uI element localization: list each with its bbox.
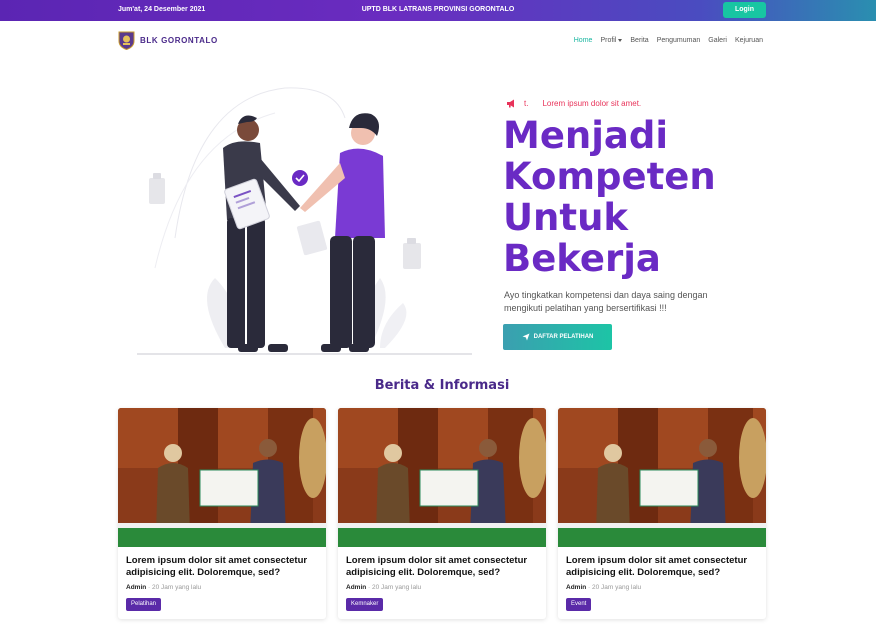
- hero-title-line: Kompeten: [503, 155, 716, 198]
- top-bar: Jum'at, 24 Desember 2021 UPTD BLK LATRAN…: [0, 0, 876, 21]
- news-photo: [558, 408, 766, 547]
- section-title: Berita & Informasi: [374, 378, 510, 393]
- news-meta: Admin · 20 Jam yang lalu: [126, 584, 202, 591]
- news-tag[interactable]: Kemnaker: [346, 598, 384, 611]
- news-card[interactable]: Lorem ipsum dolor sit amet consectetur a…: [338, 408, 546, 619]
- news-time: 20 Jam yang lalu: [372, 584, 422, 591]
- hero-title-line: Bekerja: [503, 237, 661, 280]
- news-title[interactable]: Lorem ipsum dolor sit amet consectetur a…: [346, 555, 541, 579]
- hero-title: Menjadi Kompeten Untuk Bekerja: [503, 115, 803, 279]
- nav-item-profil-label: Profil: [600, 37, 617, 44]
- news-card[interactable]: Lorem ipsum dolor sit amet consectetur a…: [558, 408, 766, 619]
- navbar: BLK GORONTALO Home Profil Berita Pengumu…: [0, 21, 876, 61]
- kicker-prefix: t.: [524, 99, 529, 108]
- news-title[interactable]: Lorem ipsum dolor sit amet consectetur a…: [126, 555, 321, 579]
- nav-item-pengumuman[interactable]: Pengumuman: [657, 37, 701, 44]
- news-card[interactable]: Lorem ipsum dolor sit amet consectetur a…: [118, 408, 326, 619]
- register-training-label: DAFTAR PELATIHAN: [533, 334, 594, 340]
- handshake-illustration: [137, 87, 472, 355]
- news-title[interactable]: Lorem ipsum dolor sit amet consectetur a…: [566, 555, 761, 579]
- login-button[interactable]: Login: [723, 2, 766, 18]
- news-photo: [338, 408, 546, 547]
- hero-title-line: Untuk: [503, 196, 629, 239]
- news-tag[interactable]: Pelatihan: [126, 598, 162, 611]
- nav-item-galeri[interactable]: Galeri: [708, 37, 727, 44]
- news-meta: Admin · 20 Jam yang lalu: [346, 584, 422, 591]
- hero-title-line: Menjadi: [503, 114, 669, 157]
- main-nav: Home Profil Berita Pengumuman Galeri Kej…: [574, 37, 763, 44]
- news-time: 20 Jam yang lalu: [592, 584, 642, 591]
- nav-item-home[interactable]: Home: [574, 37, 593, 44]
- brand-name: BLK GORONTALO: [140, 35, 218, 45]
- news-author: Admin: [566, 584, 587, 591]
- brand[interactable]: BLK GORONTALO: [118, 30, 218, 50]
- hero-description: Ayo tingkatkan kompetensi dan daya saing…: [504, 290, 708, 313]
- news-author: Admin: [126, 584, 147, 591]
- nav-item-profil[interactable]: Profil: [600, 37, 623, 44]
- news-time: 20 Jam yang lalu: [152, 584, 202, 591]
- send-icon: [522, 333, 530, 341]
- news-photo: [118, 408, 326, 547]
- news-tag[interactable]: Event: [566, 598, 592, 611]
- chevron-down-icon: [618, 38, 623, 42]
- nav-item-kejuruan[interactable]: Kejuruan: [735, 37, 763, 44]
- logo-icon: [118, 31, 135, 50]
- nav-item-berita[interactable]: Berita: [630, 37, 648, 44]
- news-meta: Admin · 20 Jam yang lalu: [566, 584, 642, 591]
- hero-kicker: t. Lorem ipsum dolor sit amet.: [506, 99, 641, 108]
- megaphone-icon: [507, 99, 514, 108]
- register-training-button[interactable]: DAFTAR PELATIHAN: [503, 324, 612, 350]
- kicker-text: Lorem ipsum dolor sit amet.: [542, 99, 642, 108]
- news-author: Admin: [346, 584, 367, 591]
